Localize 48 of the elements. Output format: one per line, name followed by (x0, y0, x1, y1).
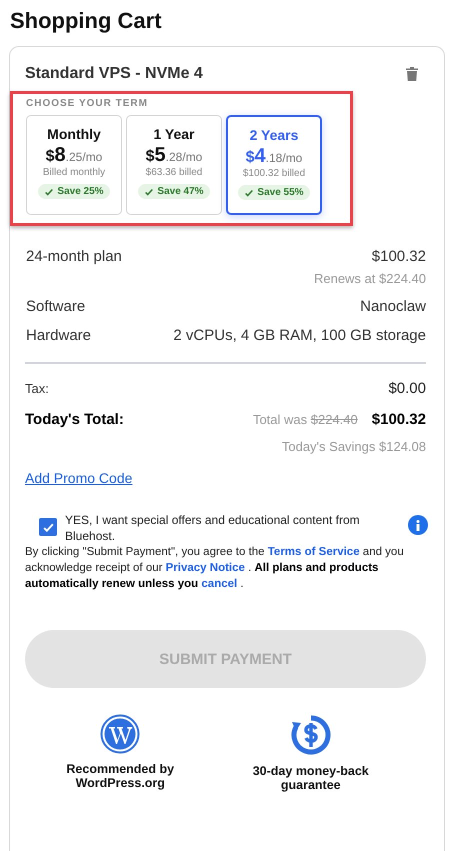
badge-caption: 30-day money-back guarantee (252, 764, 370, 792)
detail-value: 2 vCPUs, 4 GB RAM, 100 GB storage (173, 327, 426, 344)
term-price: $4.18/mo (246, 145, 302, 168)
checkmark-icon (42, 520, 54, 534)
page-title: Shopping Cart (10, 8, 163, 34)
legal-link[interactable]: cancel (201, 578, 238, 590)
offers-label: YES, I want special offers and educational content from Bluehost. (65, 512, 361, 544)
info-icon[interactable] (408, 515, 428, 535)
offers-checkbox[interactable] (39, 518, 57, 536)
savings-text: Today's Savings $124.08 (282, 439, 426, 454)
detail-label: 24-month plan (26, 248, 122, 265)
legal-text: By clicking "Submit Payment", you agree to the Terms of Service and you acknowledge receipt of our Privacy Notice . All plans and products automatically renew unless you cancel . (25, 545, 405, 592)
checkmark-icon (244, 188, 254, 198)
previous-total: Total was $224.40 (252, 412, 358, 427)
detail-value: $100.32 (372, 248, 426, 265)
tax-label: Tax: (25, 381, 49, 396)
legal-link[interactable]: Privacy Notice (166, 562, 245, 574)
checkmark-icon (144, 186, 154, 196)
wordpress-logo-icon (100, 714, 140, 754)
total-label: Today's Total: (25, 411, 124, 428)
badge-caption: Recommended by WordPress.org (65, 762, 176, 790)
total-value: $100.32 (372, 411, 426, 428)
billing-note: $100.32 billed (242, 168, 306, 179)
legal-link[interactable]: Terms of Service (268, 546, 360, 558)
detail-label: Hardware (26, 327, 92, 344)
tax-value: $0.00 (388, 380, 426, 397)
term-option[interactable]: Monthly $8.25/mo Billed monthly Save 25% (26, 115, 122, 215)
promo-code-link[interactable]: Add Promo Code (25, 470, 132, 486)
term-label: 2 Years (250, 127, 298, 143)
product-name: Standard VPS - NVMe 4 (25, 65, 203, 83)
term-option[interactable]: 2 Years $4.18/mo $100.32 billed Save 55% (226, 115, 322, 215)
term-label: Monthly (47, 126, 101, 142)
checkmark-icon (44, 186, 54, 196)
term-price: $5.28/mo (146, 144, 202, 167)
term-price: $8.25/mo (46, 144, 102, 167)
section-label: CHOOSE YOUR TERM (26, 98, 149, 109)
billing-note: $63.36 billed (146, 167, 202, 178)
dollar-refresh-icon (290, 714, 332, 756)
detail-label: Software (26, 298, 86, 315)
savings-badge: Save 25% (38, 184, 110, 199)
savings-badge: Save 47% (138, 184, 210, 199)
trash-icon[interactable] (406, 67, 418, 81)
term-option[interactable]: 1 Year $5.28/mo $63.36 billed Save 47% (126, 115, 222, 215)
renewal-note: Renews at $224.40 (314, 271, 426, 286)
term-label: 1 Year (153, 126, 194, 142)
savings-badge: Save 55% (238, 185, 310, 200)
billing-note: Billed monthly (42, 167, 106, 178)
detail-value: Nanoclaw (360, 298, 426, 315)
